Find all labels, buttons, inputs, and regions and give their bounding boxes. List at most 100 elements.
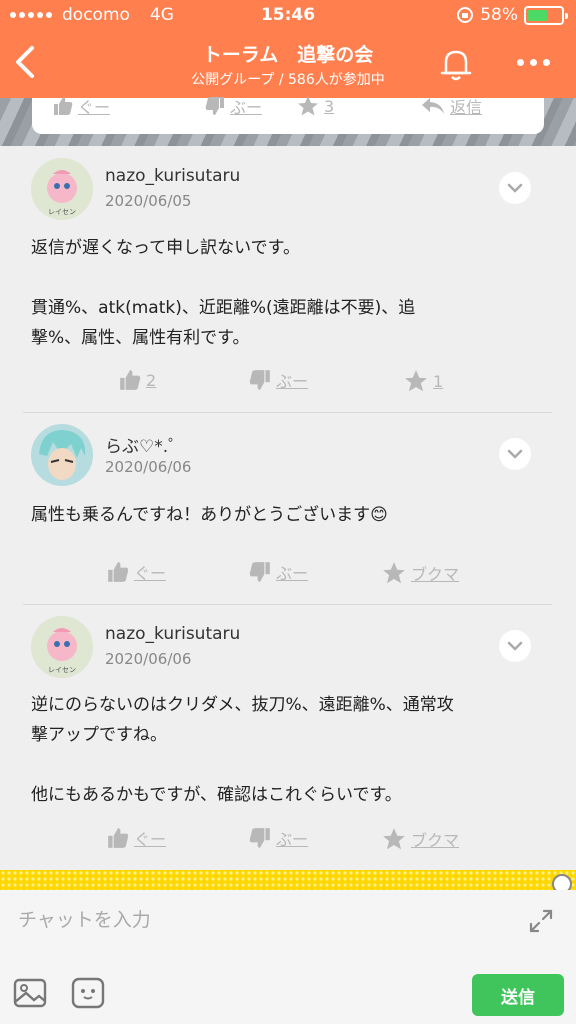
- boo-button[interactable]: ぶー: [248, 368, 308, 392]
- reply-icon: [422, 98, 444, 114]
- boo-label: ぶー: [276, 564, 309, 583]
- thumbs-down-icon: [249, 828, 270, 848]
- more-button[interactable]: [513, 52, 553, 72]
- thumbs-up-icon: [108, 562, 129, 582]
- good-count: 2: [146, 370, 157, 390]
- status-right: 58%: [456, 5, 568, 25]
- avatar-image: [31, 424, 93, 486]
- star-icon: [405, 370, 427, 392]
- post: レイセン nazo_kurisutaru 2020/06/05 返信が遅くなって…: [0, 146, 576, 412]
- chat-feed[interactable]: レイセン nazo_kurisutaru 2020/06/05 返信が遅くなって…: [0, 146, 576, 870]
- boo-button[interactable]: ぶー: [204, 94, 262, 118]
- chevron-down-icon: [507, 449, 523, 459]
- thumbs-down-icon: [249, 562, 270, 582]
- post-date: 2020/06/06: [105, 458, 192, 476]
- send-button[interactable]: 送信: [472, 974, 564, 1016]
- good-button[interactable]: ぐー: [106, 826, 166, 850]
- post-menu-button[interactable]: [499, 630, 531, 662]
- good-button[interactable]: ぐー: [106, 560, 166, 584]
- boo-label: ぶー: [276, 372, 309, 391]
- thumbs-up-icon: [108, 828, 129, 848]
- post-line: 逆にのらないのはクリダメ、抜刀%、遠距離%、通常攻: [31, 695, 454, 715]
- post-line: 属性も乗るんですね！ありがとうございます😊: [31, 505, 388, 525]
- star-icon: [298, 96, 318, 116]
- bookmark-button[interactable]: ブクマ: [381, 826, 459, 852]
- post-actions: ぐー ぶー ブクマ: [0, 826, 576, 856]
- post-actions: 2 ぶー 1: [0, 368, 576, 398]
- previous-post-card: ぐー ぶー 3 返信: [32, 96, 544, 134]
- expand-button[interactable]: [526, 906, 556, 936]
- boo-button[interactable]: ぶー: [248, 560, 308, 584]
- good-button[interactable]: 2: [118, 368, 156, 392]
- group-subtitle: 公開グループ / 586人が参加中: [191, 72, 385, 88]
- boo-label: ぶー: [276, 830, 309, 849]
- chevron-down-icon: [507, 641, 523, 651]
- post-line: [31, 750, 551, 780]
- avatar[interactable]: [31, 424, 93, 486]
- post: レイセン nazo_kurisutaru 2020/06/06 逆にのらないのは…: [0, 604, 576, 870]
- bookmark-label: ブクマ: [411, 831, 460, 850]
- post-menu-button[interactable]: [499, 438, 531, 470]
- reply-label: 返信: [450, 98, 483, 117]
- thumbs-up-icon: [54, 97, 73, 115]
- image-icon: [13, 978, 47, 1008]
- post-actions: ぐー ぶー ブクマ: [0, 560, 576, 590]
- more-dot-icon: [542, 58, 550, 66]
- orientation-lock-icon: [457, 7, 474, 23]
- composer: 送信: [0, 890, 576, 1024]
- star-button[interactable]: 1: [403, 368, 443, 394]
- battery-icon: [524, 5, 568, 25]
- post-line: 撃アップですね。: [31, 725, 167, 745]
- post-menu-button[interactable]: [499, 172, 531, 204]
- thumbs-down-icon: [205, 97, 224, 115]
- post-body: 逆にのらないのはクリダメ、抜刀%、遠距離%、通常攻 撃アップですね。 他にもある…: [31, 690, 551, 810]
- post-line: 貫通%、atk(matk)、近距離%(遠距離は不要)、追: [31, 298, 416, 318]
- more-dot-icon: [516, 58, 524, 66]
- avatar[interactable]: レイセン: [31, 158, 93, 220]
- bell-icon: [440, 50, 472, 81]
- expand-icon: [529, 909, 553, 933]
- thumbs-down-icon: [249, 370, 270, 390]
- avatar-caption: レイセン: [48, 208, 76, 216]
- chevron-down-icon: [507, 183, 523, 193]
- post-line: 撃%、属性、属性有利です。: [31, 328, 250, 348]
- avatar[interactable]: レイセン: [31, 616, 93, 678]
- star-count: 3: [324, 96, 335, 116]
- boo-button[interactable]: ぶー: [248, 826, 308, 850]
- bookmark-label: ブクマ: [411, 565, 460, 584]
- post-body: 属性も乗るんですね！ありがとうございます😊: [31, 500, 551, 530]
- username[interactable]: nazo_kurisutaru: [105, 166, 240, 186]
- post-line: 返信が遅くなって申し訳ないです。: [31, 238, 300, 258]
- post-line: 他にもあるかもですが、確認はこれぐらいです。: [31, 785, 402, 805]
- post: らぶ♡*.゜ 2020/06/06 属性も乗るんですね！ありがとうございます😊 …: [0, 412, 576, 604]
- sticker-icon: [71, 977, 105, 1009]
- star-count: 1: [433, 371, 444, 391]
- sticker-button[interactable]: [70, 976, 106, 1010]
- notification-button[interactable]: [436, 44, 476, 84]
- good-label: ぐー: [134, 564, 167, 583]
- battery-percent: 58%: [480, 5, 518, 25]
- username[interactable]: nazo_kurisutaru: [105, 624, 240, 644]
- star-button[interactable]: 3: [296, 94, 334, 118]
- username[interactable]: らぶ♡*.゜: [105, 432, 185, 457]
- bookmark-button[interactable]: ブクマ: [381, 560, 459, 586]
- chat-input[interactable]: [18, 900, 518, 940]
- more-dot-icon: [529, 58, 537, 66]
- post-line: [31, 263, 551, 293]
- battery-fill: [528, 9, 547, 21]
- reply-button[interactable]: 返信: [420, 94, 482, 118]
- good-label: ぐー: [134, 830, 167, 849]
- avatar-caption: レイセン: [48, 666, 76, 674]
- status-bar: docomo 4G 15:46 58%: [0, 0, 576, 30]
- post-body: 返信が遅くなって申し訳ないです。 貫通%、atk(matk)、近距離%(遠距離は…: [31, 233, 551, 353]
- star-icon: [383, 562, 405, 584]
- ad-banner[interactable]: [0, 870, 576, 894]
- post-date: 2020/06/06: [105, 650, 192, 668]
- image-button[interactable]: [12, 976, 48, 1010]
- header-title-block: トーラム 追撃の会 公開グループ / 586人が参加中: [0, 40, 576, 89]
- app-header: docomo 4G 15:46 58% トーラム 追撃の会 公開グループ / 5…: [0, 0, 576, 98]
- star-icon: [383, 828, 405, 850]
- thumbs-up-icon: [120, 370, 141, 390]
- boo-label: ぶー: [230, 98, 263, 117]
- good-button[interactable]: ぐー: [52, 94, 110, 118]
